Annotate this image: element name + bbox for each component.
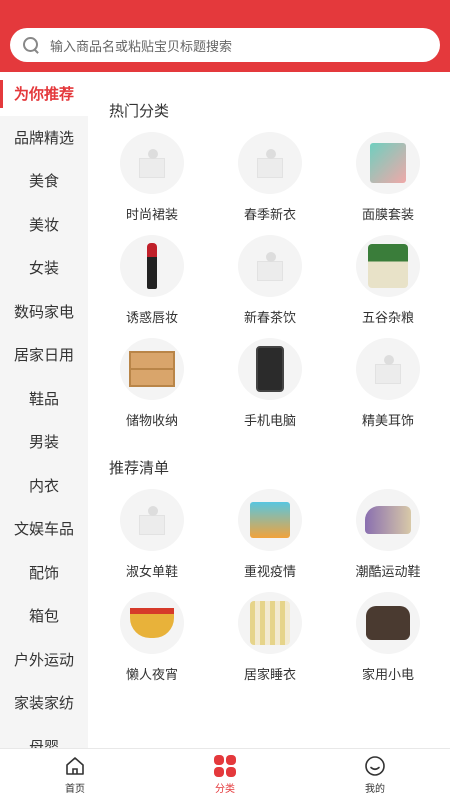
sidebar-item-entertainment[interactable]: 文娱车品 [0, 507, 88, 551]
category-item[interactable]: 春季新衣 [211, 120, 329, 223]
sneaker-image [356, 489, 420, 551]
category-label: 手机电脑 [243, 414, 296, 429]
pajamas-image [238, 592, 302, 654]
bottom-tab-bar: 首页 分类 我的 [0, 748, 450, 800]
hot-category-grid: 时尚裙装 春季新衣 面膜套装 诱惑唇妆 新春茶饮 五谷杂粮 储物收纳 手机电脑 [93, 120, 450, 429]
tab-label: 我的 [365, 784, 385, 795]
sidebar-item-textile[interactable]: 家装家纺 [0, 681, 88, 725]
tab-label: 分类 [215, 784, 235, 795]
category-label: 家用小电 [361, 668, 414, 683]
search-bar[interactable]: 输入商品名或粘贴宝贝标题搜索 [10, 28, 440, 62]
sidebar-item-digital[interactable]: 数码家电 [0, 290, 88, 334]
sidebar-item-men[interactable]: 男装 [0, 420, 88, 464]
instant-noodles-image [120, 592, 184, 654]
lipstick-image [120, 235, 184, 297]
category-item[interactable]: 储物收纳 [93, 326, 211, 429]
category-label: 精美耳饰 [361, 414, 414, 429]
category-label: 居家睡衣 [243, 668, 296, 683]
category-label: 时尚裙装 [125, 208, 178, 223]
sidebar-item-recommend[interactable]: 为你推荐 [0, 72, 88, 116]
recommend-list-grid: 淑女单鞋 重视疫情 潮酷运动鞋 懒人夜宵 居家睡衣 家用小电 [93, 477, 450, 683]
category-item[interactable]: 诱惑唇妆 [93, 223, 211, 326]
category-label: 面膜套装 [361, 208, 414, 223]
category-sidebar: 为你推荐 品牌精选 美食 美妆 女装 数码家电 居家日用 鞋品 男装 内衣 文娱… [0, 72, 88, 748]
tab-label: 首页 [65, 784, 85, 795]
search-input[interactable]: 输入商品名或粘贴宝贝标题搜索 [50, 36, 232, 55]
category-icon [214, 755, 236, 777]
placeholder-image-icon [120, 132, 184, 194]
category-item[interactable]: 五谷杂粮 [329, 223, 447, 326]
epidemic-kit-image [238, 489, 302, 551]
sidebar-item-brand[interactable]: 品牌精选 [0, 116, 88, 160]
category-item[interactable]: 新春茶饮 [211, 223, 329, 326]
sidebar-item-bags[interactable]: 箱包 [0, 594, 88, 638]
category-label: 诱惑唇妆 [125, 311, 178, 326]
sidebar-item-women[interactable]: 女装 [0, 246, 88, 290]
category-label: 重视疫情 [243, 565, 296, 580]
placeholder-image-icon [120, 489, 184, 551]
section-title-hot: 热门分类 [109, 102, 170, 120]
home-icon [66, 757, 84, 775]
sidebar-item-accessories[interactable]: 配饰 [0, 551, 88, 595]
section-title-recommend: 推荐清单 [109, 459, 170, 477]
profile-icon [365, 756, 385, 776]
category-label: 五谷杂粮 [361, 311, 414, 326]
rice-cooker-image [356, 592, 420, 654]
category-label: 淑女单鞋 [125, 565, 178, 580]
tab-home[interactable]: 首页 [0, 749, 150, 800]
category-item[interactable]: 家用小电 [329, 580, 447, 683]
category-item[interactable]: 居家睡衣 [211, 580, 329, 683]
sidebar-item-underwear[interactable]: 内衣 [0, 464, 88, 508]
search-icon [22, 36, 40, 54]
category-label: 储物收纳 [125, 414, 178, 429]
placeholder-image-icon [238, 132, 302, 194]
category-item[interactable]: 淑女单鞋 [93, 477, 211, 580]
placeholder-image-icon [356, 338, 420, 400]
sidebar-item-outdoor[interactable]: 户外运动 [0, 638, 88, 682]
tab-category[interactable]: 分类 [150, 749, 300, 800]
category-content: 热门分类 时尚裙装 春季新衣 面膜套装 诱惑唇妆 新春茶饮 五谷杂粮 储物收纳 [88, 72, 450, 748]
sidebar-item-food[interactable]: 美食 [0, 159, 88, 203]
category-item[interactable]: 懒人夜宵 [93, 580, 211, 683]
category-item[interactable]: 重视疫情 [211, 477, 329, 580]
tab-profile[interactable]: 我的 [300, 749, 450, 800]
category-item[interactable]: 手机电脑 [211, 326, 329, 429]
storage-drawer-image [120, 338, 184, 400]
category-label: 潮酷运动鞋 [355, 565, 421, 580]
category-label: 懒人夜宵 [125, 668, 178, 683]
category-item[interactable]: 精美耳饰 [329, 326, 447, 429]
header-bar: 输入商品名或粘贴宝贝标题搜索 [0, 0, 450, 72]
category-label: 春季新衣 [243, 208, 296, 223]
mobile-phone-image [238, 338, 302, 400]
sidebar-item-baby[interactable]: 母婴 [0, 725, 88, 748]
category-item[interactable]: 时尚裙装 [93, 120, 211, 223]
category-item[interactable]: 面膜套装 [329, 120, 447, 223]
sidebar-item-shoes[interactable]: 鞋品 [0, 377, 88, 421]
category-item[interactable]: 潮酷运动鞋 [329, 477, 447, 580]
sidebar-item-home[interactable]: 居家日用 [0, 333, 88, 377]
category-label: 新春茶饮 [243, 311, 296, 326]
placeholder-image-icon [238, 235, 302, 297]
face-mask-image [356, 132, 420, 194]
rice-bag-image [356, 235, 420, 297]
sidebar-item-beauty[interactable]: 美妆 [0, 203, 88, 247]
